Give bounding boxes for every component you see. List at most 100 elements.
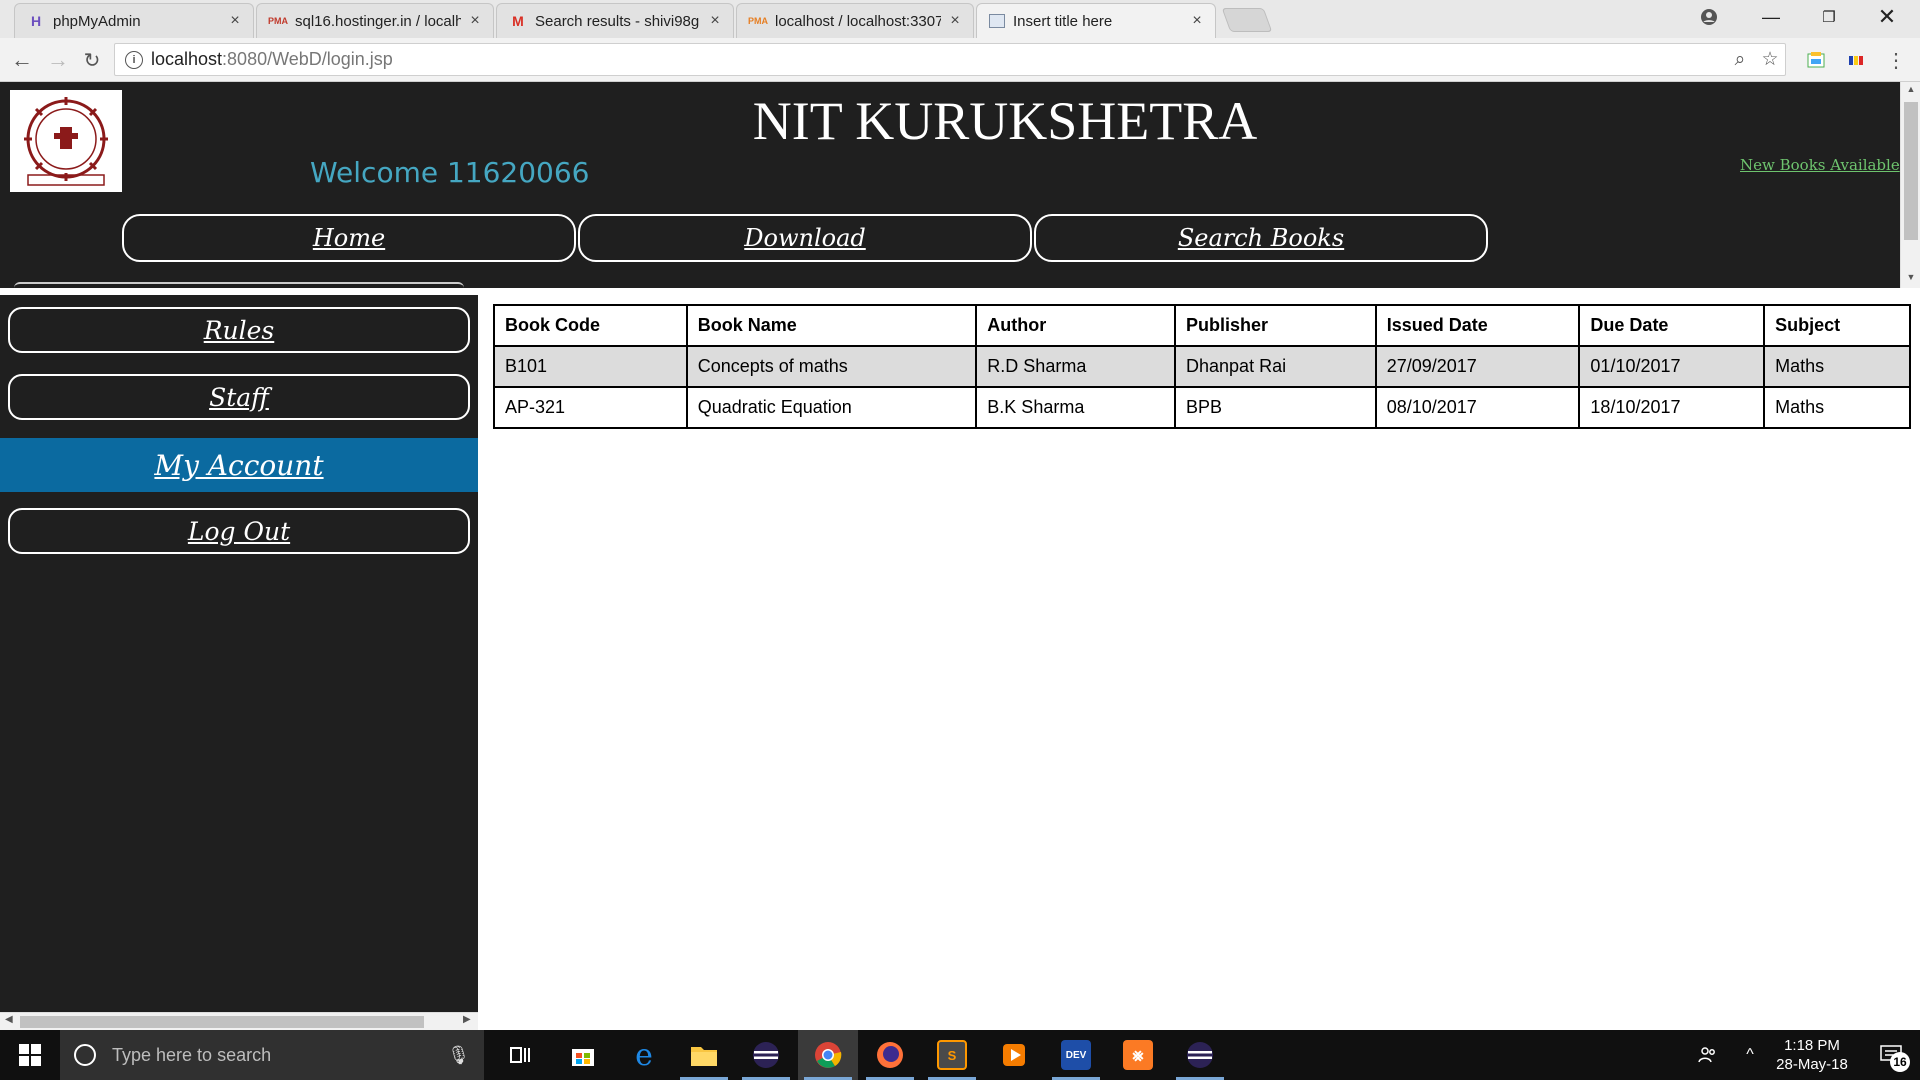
gmail-icon: M [512, 13, 524, 29]
table-cell: B.K Sharma [975, 386, 1177, 429]
close-window-button[interactable]: ✕ [1858, 0, 1916, 34]
back-arrow-icon[interactable]: ← [8, 46, 36, 74]
xampp-icon[interactable]: ⨳ [1108, 1030, 1168, 1080]
nav-download-button[interactable]: Download [578, 214, 1032, 262]
table-cell: Quadratic Equation [685, 386, 978, 429]
windows-start-icon[interactable] [0, 1030, 60, 1080]
close-icon[interactable]: × [707, 12, 723, 30]
extension-icon[interactable] [1843, 48, 1869, 72]
nav-search-books-button[interactable]: Search Books [1034, 214, 1488, 262]
browser-tab-strip: H phpMyAdmin × PMA sql16.hostinger.in / … [0, 0, 1920, 38]
sidebar: Rules Staff My Account Log Out [0, 295, 478, 1012]
reload-icon[interactable]: ↻ [78, 46, 106, 74]
extension-icon[interactable] [1803, 48, 1829, 72]
notification-count-badge: 16 [1890, 1052, 1910, 1072]
site-header: NIT KURUKSHETRA Welcome 11620066 New Boo… [0, 82, 1900, 288]
table-cell: 01/10/2017 [1578, 345, 1766, 388]
people-icon[interactable] [1690, 1030, 1726, 1080]
phpmyadmin-icon: H [30, 13, 42, 29]
forward-arrow-icon[interactable]: → [44, 46, 72, 74]
browser-toolbar: ← → ↻ i localhost:8080/WebD/login.jsp ⌕ … [0, 38, 1920, 82]
bookmark-star-icon[interactable]: ☆ [1755, 48, 1785, 71]
info-icon[interactable]: i [125, 50, 143, 69]
search-placeholder: Type here to search [112, 1044, 272, 1065]
edge-browser-icon[interactable]: e [614, 1030, 674, 1080]
windows-taskbar: Type here to search 🎙 e S DEV ⨳ ^ 1:18 P… [0, 1030, 1920, 1080]
column-header: Issued Date [1374, 304, 1581, 347]
notification-center-icon[interactable]: 16 [1862, 1030, 1920, 1080]
task-view-icon[interactable] [490, 1030, 550, 1080]
close-icon[interactable]: × [227, 12, 243, 30]
page-viewport: NIT KURUKSHETRA Welcome 11620066 New Boo… [0, 82, 1920, 1030]
tab-gmail-search[interactable]: M Search results - shivi98g × [496, 3, 734, 38]
tab-title: Search results - shivi98g [535, 12, 700, 30]
column-header: Book Name [685, 304, 978, 347]
taskbar-clock[interactable]: 1:18 PM 28-May-18 [1762, 1036, 1862, 1074]
column-header: Publisher [1174, 304, 1377, 347]
profile-icon[interactable] [1680, 0, 1738, 34]
eclipse-icon[interactable] [1170, 1030, 1230, 1080]
nav-label: Search Books [1177, 224, 1345, 252]
scroll-left-icon[interactable]: ◀ [5, 1014, 13, 1025]
table-row: B101 Concepts of maths R.D Sharma Dhanpa… [493, 345, 1911, 388]
microphone-icon[interactable]: 🎙 [447, 1045, 470, 1066]
table-header-row: Book Code Book Name Author Publisher Iss… [493, 304, 1911, 347]
nav-label: Home [312, 224, 386, 252]
close-icon[interactable]: × [947, 12, 963, 30]
menu-kebab-icon[interactable]: ⋮ [1883, 48, 1909, 72]
media-player-icon[interactable] [984, 1030, 1044, 1080]
tab-insert-title[interactable]: Insert title here × [976, 3, 1216, 38]
sidebar-item-staff[interactable]: Staff [8, 374, 470, 420]
sublime-text-icon[interactable]: S [922, 1030, 982, 1080]
table-cell: Maths [1763, 386, 1911, 429]
table-cell: 27/09/2017 [1374, 345, 1581, 388]
sidebar-item-log-out[interactable]: Log Out [8, 508, 470, 554]
scrollbar-thumb[interactable] [20, 1016, 424, 1028]
header-vertical-scrollbar[interactable]: ▲ ▼ [1900, 82, 1920, 288]
eclipse-icon[interactable] [736, 1030, 796, 1080]
tab-title: localhost / localhost:3307 [775, 12, 941, 30]
scrollbar-thumb[interactable] [1904, 102, 1918, 240]
tab-title: Insert title here [1013, 12, 1113, 30]
site-title: NIT KURUKSHETRA [752, 91, 1258, 151]
taskbar-search-box[interactable]: Type here to search 🎙 [60, 1030, 484, 1080]
close-icon[interactable]: × [467, 12, 483, 30]
scroll-down-icon[interactable]: ▼ [1901, 272, 1920, 282]
close-icon[interactable]: × [1189, 12, 1205, 30]
sidebar-item-my-account[interactable]: My Account [0, 438, 478, 492]
new-books-link[interactable]: New Books Available [1740, 156, 1900, 174]
table-cell: AP-321 [493, 386, 688, 429]
restore-button[interactable]: ❐ [1800, 0, 1858, 34]
nav-home-button[interactable]: Home [122, 214, 576, 262]
minimize-button[interactable]: — [1742, 0, 1800, 34]
sidebar-item-rules[interactable]: Rules [8, 307, 470, 353]
scroll-right-icon[interactable]: ▶ [463, 1014, 471, 1025]
column-header: Subject [1763, 304, 1911, 347]
table-cell: R.D Sharma [975, 345, 1177, 388]
devcpp-icon[interactable]: DEV [1046, 1030, 1106, 1080]
firefox-icon[interactable] [860, 1030, 920, 1080]
file-explorer-icon[interactable] [674, 1030, 734, 1080]
column-header: Author [975, 304, 1177, 347]
sidebar-horizontal-scrollbar[interactable]: ◀ ▶ [0, 1012, 478, 1030]
sidebar-item-label: Log Out [187, 516, 291, 546]
frame-edge [14, 282, 464, 288]
address-bar[interactable]: i localhost:8080/WebD/login.jsp ⌕ ☆ [114, 43, 1786, 76]
scroll-up-icon[interactable]: ▲ [1901, 84, 1920, 94]
sidebar-item-label: Rules [203, 315, 275, 345]
pma-icon: PMA [268, 16, 288, 26]
tab-phpmyadmin[interactable]: H phpMyAdmin × [14, 3, 254, 38]
sidebar-item-label: My Account [154, 448, 324, 482]
new-tab-button[interactable] [1221, 8, 1273, 32]
tab-localhost-3307[interactable]: PMA localhost / localhost:3307 × [736, 3, 974, 38]
tab-sql16-hostinger[interactable]: PMA sql16.hostinger.in / localh × [256, 3, 494, 38]
zoom-icon[interactable]: ⌕ [1725, 49, 1755, 71]
cortana-icon [74, 1044, 96, 1066]
issued-books-table: Book Code Book Name Author Publisher Iss… [493, 304, 1911, 429]
table-cell: Concepts of maths [685, 345, 978, 388]
store-icon[interactable] [553, 1030, 613, 1080]
table-cell: 08/10/2017 [1374, 386, 1581, 429]
chevron-up-icon[interactable]: ^ [1738, 1030, 1762, 1080]
url-text[interactable]: localhost:8080/WebD/login.jsp [151, 49, 1725, 70]
chrome-icon[interactable] [798, 1030, 858, 1080]
